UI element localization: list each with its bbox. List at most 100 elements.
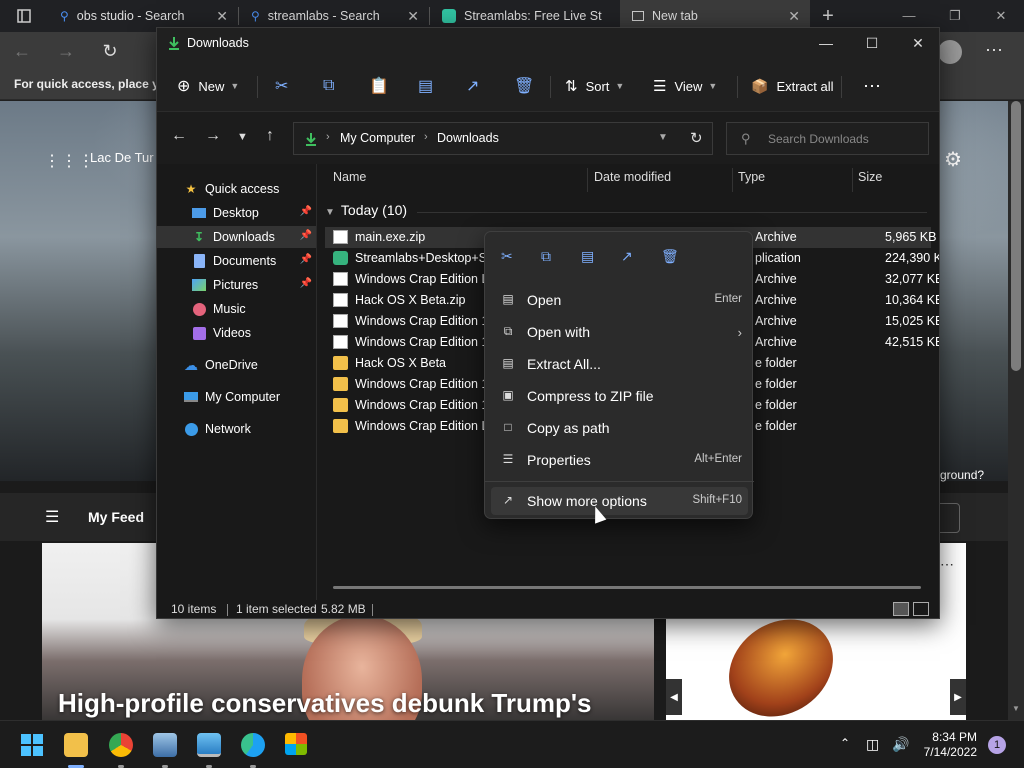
up-arrow-icon[interactable]: ↑ bbox=[266, 127, 274, 145]
pin-icon[interactable]: 📌 bbox=[300, 254, 312, 265]
photos-app-icon[interactable] bbox=[153, 733, 177, 757]
pin-icon[interactable]: 📌 bbox=[300, 278, 312, 289]
close-tab-icon[interactable]: ✕ bbox=[407, 8, 419, 25]
refresh-icon[interactable]: ↻ bbox=[88, 41, 132, 62]
notification-badge[interactable]: 1 bbox=[988, 736, 1006, 754]
recent-locations-chevron-icon[interactable]: ▼ bbox=[237, 131, 248, 143]
tab-title: streamlabs - Search bbox=[267, 9, 380, 23]
computer-app-icon[interactable] bbox=[197, 733, 221, 757]
column-header-date[interactable]: Date modified bbox=[594, 170, 671, 184]
menu-item-open-with[interactable]: ⧉ Open with › bbox=[491, 318, 748, 346]
network-tray-icon[interactable]: ◫ bbox=[866, 736, 879, 753]
menu-item-compress[interactable]: ▣ Compress to ZIP file bbox=[491, 382, 748, 410]
tab-actions-icon[interactable] bbox=[0, 0, 48, 32]
minimize-icon[interactable]: — bbox=[886, 8, 932, 24]
breadcrumb-my-computer[interactable]: My Computer bbox=[340, 131, 415, 145]
new-tab-button[interactable]: + bbox=[810, 5, 846, 28]
refresh-icon[interactable]: ↻ bbox=[690, 129, 703, 147]
column-header-type[interactable]: Type bbox=[738, 170, 765, 184]
copy-icon[interactable]: ⧉ bbox=[541, 248, 551, 265]
background-location[interactable]: Lac De Tur bbox=[90, 150, 154, 165]
sidebar-item-my-computer[interactable]: My Computer bbox=[157, 386, 316, 408]
menu-item-properties[interactable]: ☰ Properties Alt+Enter bbox=[491, 446, 748, 474]
close-tab-icon[interactable]: ✕ bbox=[788, 8, 800, 25]
details-view-icon[interactable] bbox=[893, 602, 909, 616]
back-arrow-icon[interactable]: ← bbox=[0, 41, 44, 62]
close-icon[interactable]: ✕ bbox=[895, 28, 939, 58]
file-explorer-icon[interactable] bbox=[64, 733, 88, 757]
hamburger-menu-icon[interactable]: ☰ bbox=[45, 507, 59, 527]
cut-icon[interactable]: ✂ bbox=[275, 72, 288, 100]
extract-all-button[interactable]: 📦 Extract all bbox=[751, 72, 834, 100]
page-scrollbar[interactable]: ▲ ▼ bbox=[1008, 101, 1024, 720]
breadcrumb-downloads[interactable]: Downloads bbox=[437, 131, 499, 145]
view-button[interactable]: ☰ View ▼ bbox=[653, 72, 717, 100]
forward-arrow-icon[interactable]: → bbox=[44, 41, 88, 62]
column-header-size[interactable]: Size bbox=[858, 170, 882, 184]
address-bar[interactable]: › My Computer › Downloads ▼ ↻ bbox=[293, 122, 713, 155]
my-feed-tab[interactable]: My Feed bbox=[88, 509, 144, 525]
share-icon[interactable]: ↗ bbox=[621, 248, 633, 265]
group-header-today[interactable]: ▼ Today (10) bbox=[325, 202, 407, 218]
carousel-right-arrow-icon[interactable]: ▶ bbox=[950, 679, 966, 715]
restore-icon[interactable]: ❐ bbox=[932, 8, 978, 24]
column-divider[interactable] bbox=[587, 168, 588, 192]
card-more-icon[interactable]: ⋯ bbox=[940, 556, 954, 573]
news-headline[interactable]: High-profile conservatives debunk Trump'… bbox=[58, 688, 592, 719]
sort-button[interactable]: ⇅ Sort ▼ bbox=[565, 72, 624, 100]
menu-item-copy-as-path[interactable]: □ Copy as path bbox=[491, 414, 748, 442]
apps-grid-icon[interactable]: ⋮⋮⋮ bbox=[44, 151, 95, 171]
close-tab-icon[interactable]: ✕ bbox=[216, 8, 228, 25]
background-prompt[interactable]: ground? bbox=[940, 468, 984, 482]
sidebar-item-network[interactable]: Network bbox=[157, 418, 316, 440]
legacy-windows-icon[interactable] bbox=[285, 733, 307, 755]
edge-icon[interactable] bbox=[241, 733, 265, 757]
sidebar-item-quick-access[interactable]: ★ Quick access bbox=[157, 178, 316, 200]
forward-arrow-icon[interactable]: → bbox=[205, 127, 221, 145]
settings-gear-icon[interactable]: ⚙ bbox=[944, 147, 962, 172]
column-divider[interactable] bbox=[732, 168, 733, 192]
pin-icon[interactable]: 📌 bbox=[300, 230, 312, 241]
rename-icon[interactable]: ▤ bbox=[418, 72, 433, 100]
sidebar-item-pictures[interactable]: Pictures 📌 bbox=[157, 274, 316, 296]
carousel-left-arrow-icon[interactable]: ◀ bbox=[666, 679, 682, 715]
copy-icon[interactable]: ⧉ bbox=[323, 72, 334, 100]
new-button[interactable]: ⊕ New ▼ bbox=[177, 72, 239, 100]
rename-icon[interactable]: ▤ bbox=[581, 248, 594, 265]
paste-icon[interactable]: 📋 bbox=[369, 72, 389, 100]
column-header-name[interactable]: Name bbox=[333, 170, 366, 184]
minimize-icon[interactable]: — bbox=[803, 28, 849, 58]
scroll-down-icon[interactable]: ▼ bbox=[1012, 704, 1020, 713]
column-divider[interactable] bbox=[852, 168, 853, 192]
chrome-icon[interactable] bbox=[109, 733, 133, 757]
sidebar-item-onedrive[interactable]: ☁ OneDrive bbox=[157, 354, 316, 376]
search-box[interactable]: ⚲ Search Downloads bbox=[726, 122, 929, 155]
maximize-icon[interactable]: ☐ bbox=[849, 28, 895, 58]
menu-item-open[interactable]: ▤ Open Enter bbox=[491, 286, 748, 314]
menu-item-extract-all[interactable]: ▤ Extract All... bbox=[491, 350, 748, 378]
horizontal-scrollbar[interactable] bbox=[333, 586, 921, 589]
back-arrow-icon[interactable]: ← bbox=[171, 127, 187, 145]
delete-icon[interactable]: 🗑 bbox=[661, 248, 679, 265]
clock[interactable]: 8:34 PM 7/14/2022 bbox=[921, 730, 977, 760]
address-history-chevron-icon[interactable]: ▼ bbox=[658, 132, 668, 143]
more-options-icon[interactable]: ⋯ bbox=[863, 72, 881, 100]
sidebar-item-videos[interactable]: Videos bbox=[157, 322, 316, 344]
cut-icon[interactable]: ✂ bbox=[501, 248, 513, 265]
share-icon[interactable]: ↗ bbox=[466, 72, 479, 100]
pin-icon[interactable]: 📌 bbox=[300, 206, 312, 217]
delete-icon[interactable]: 🗑 bbox=[514, 72, 534, 100]
sidebar-item-documents[interactable]: Documents 📌 bbox=[157, 250, 316, 272]
browser-menu-icon[interactable]: ⋯ bbox=[985, 40, 1003, 61]
large-icons-view-icon[interactable] bbox=[913, 602, 929, 616]
profile-avatar[interactable] bbox=[938, 40, 962, 64]
sidebar-item-downloads[interactable]: ↧ Downloads 📌 bbox=[157, 226, 316, 248]
menu-item-show-more-options[interactable]: ↗ Show more options Shift+F10 bbox=[491, 487, 748, 515]
sidebar-item-desktop[interactable]: Desktop 📌 bbox=[157, 202, 316, 224]
tray-chevron-up-icon[interactable]: ⌃ bbox=[840, 736, 850, 750]
close-icon[interactable]: ✕ bbox=[978, 8, 1024, 24]
scrollbar-thumb[interactable] bbox=[1011, 101, 1021, 371]
start-windows-icon[interactable] bbox=[20, 733, 44, 757]
sidebar-item-music[interactable]: Music bbox=[157, 298, 316, 320]
volume-icon[interactable]: 🔊 bbox=[892, 736, 909, 753]
